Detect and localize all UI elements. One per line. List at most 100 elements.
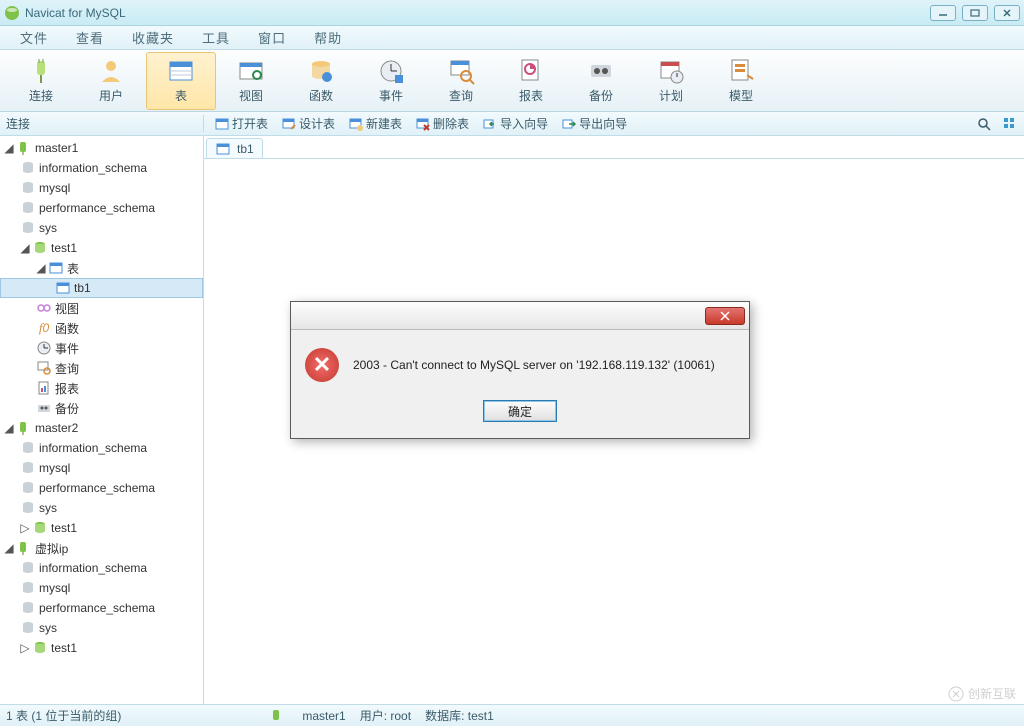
- search-icon[interactable]: [976, 116, 992, 132]
- dialog-ok-button[interactable]: 确定: [483, 400, 557, 422]
- db-test1-closed[interactable]: ▷test1: [0, 638, 203, 658]
- expander-icon[interactable]: ◢: [36, 263, 46, 273]
- database-icon: [20, 440, 36, 456]
- maximize-button[interactable]: [962, 5, 988, 21]
- minimize-button[interactable]: [930, 5, 956, 21]
- backups-icon: [36, 400, 52, 416]
- dialog-message: 2003 - Can't connect to MySQL server on …: [353, 358, 715, 372]
- tab-tb1[interactable]: tb1: [206, 138, 263, 158]
- db-mysql[interactable]: mysql: [0, 178, 203, 198]
- folder-tables[interactable]: ◢表: [0, 258, 203, 278]
- import-wizard-button[interactable]: 导入向导: [478, 113, 553, 134]
- dialog-close-button[interactable]: [705, 307, 745, 325]
- reports-icon: [36, 380, 52, 396]
- query-icon: [447, 57, 475, 85]
- folder-backups[interactable]: 备份: [0, 398, 203, 418]
- sub-toolbar: 连接 打开表 设计表 新建表 删除表 导入向导 导出向导: [0, 112, 1024, 136]
- status-left: 1 表 (1 位于当前的组): [6, 707, 121, 724]
- export-icon: [562, 117, 576, 131]
- folder-functions[interactable]: f0函数: [0, 318, 203, 338]
- connection-virtual-ip[interactable]: ◢虚拟ip: [0, 538, 203, 558]
- db-mysql[interactable]: mysql: [0, 458, 203, 478]
- toolbar-report[interactable]: 报表: [496, 52, 566, 110]
- view-icon: [237, 57, 265, 85]
- connection-master1[interactable]: ◢master1: [0, 138, 203, 158]
- open-table-icon: [215, 117, 229, 131]
- toolbar-model[interactable]: 模型: [706, 52, 776, 110]
- menu-view[interactable]: 查看: [62, 28, 118, 47]
- main-toolbar: 连接 用户 表 视图 函数 事件 查询 报表 备份 计划 模型: [0, 50, 1024, 112]
- plug-icon: [27, 57, 55, 85]
- menu-file[interactable]: 文件: [6, 28, 62, 47]
- status-database: 数据库: test1: [425, 707, 494, 724]
- database-open-icon: [32, 520, 48, 536]
- title-bar: Navicat for MySQL: [0, 0, 1024, 26]
- table-tb1[interactable]: tb1: [0, 278, 203, 298]
- menu-window[interactable]: 窗口: [244, 28, 300, 47]
- schedule-icon: [657, 57, 685, 85]
- toolbar-schedule[interactable]: 计划: [636, 52, 706, 110]
- status-bar: 1 表 (1 位于当前的组) master1 用户: root 数据库: tes…: [0, 704, 1024, 726]
- db-performance-schema[interactable]: performance_schema: [0, 478, 203, 498]
- status-connection: master1: [302, 709, 345, 723]
- db-test1-closed[interactable]: ▷test1: [0, 518, 203, 538]
- menu-favorites[interactable]: 收藏夹: [118, 28, 188, 47]
- delete-table-button[interactable]: 删除表: [411, 113, 474, 134]
- expander-icon[interactable]: ◢: [4, 423, 14, 433]
- expander-icon[interactable]: ◢: [20, 243, 30, 253]
- connection-tree[interactable]: ◢master1 information_schema mysql perfor…: [0, 136, 204, 704]
- sidebar-title: 连接: [0, 115, 204, 132]
- connection-master2[interactable]: ◢master2: [0, 418, 203, 438]
- db-test1-open[interactable]: ◢test1: [0, 238, 203, 258]
- backup-icon: [587, 57, 615, 85]
- database-open-icon: [32, 640, 48, 656]
- folder-queries[interactable]: 查询: [0, 358, 203, 378]
- toolbar-view[interactable]: 视图: [216, 52, 286, 110]
- dialog-titlebar[interactable]: [291, 302, 749, 330]
- events-icon: [36, 340, 52, 356]
- toolbar-backup[interactable]: 备份: [566, 52, 636, 110]
- folder-reports[interactable]: 报表: [0, 378, 203, 398]
- delete-table-icon: [416, 117, 430, 131]
- toolbar-query[interactable]: 查询: [426, 52, 496, 110]
- export-wizard-button[interactable]: 导出向导: [557, 113, 632, 134]
- connection-icon: [16, 420, 32, 436]
- folder-events[interactable]: 事件: [0, 338, 203, 358]
- report-icon: [517, 57, 545, 85]
- expander-icon[interactable]: ◢: [4, 143, 14, 153]
- db-sys[interactable]: sys: [0, 618, 203, 638]
- menu-tools[interactable]: 工具: [188, 28, 244, 47]
- design-table-button[interactable]: 设计表: [277, 113, 340, 134]
- grid-view-icon[interactable]: [1002, 116, 1018, 132]
- import-icon: [483, 117, 497, 131]
- toolbar-user[interactable]: 用户: [76, 52, 146, 110]
- db-information-schema[interactable]: information_schema: [0, 158, 203, 178]
- folder-views[interactable]: 视图: [0, 298, 203, 318]
- db-performance-schema[interactable]: performance_schema: [0, 198, 203, 218]
- toolbar-function[interactable]: 函数: [286, 52, 356, 110]
- clock-icon: [377, 57, 405, 85]
- menu-help[interactable]: 帮助: [300, 28, 356, 47]
- expander-icon[interactable]: ▷: [20, 523, 30, 533]
- table-icon: [167, 57, 195, 85]
- new-table-icon: [349, 117, 363, 131]
- close-button[interactable]: [994, 5, 1020, 21]
- connection-icon: [16, 140, 32, 156]
- toolbar-table[interactable]: 表: [146, 52, 216, 110]
- app-icon: [4, 5, 20, 21]
- db-information-schema[interactable]: information_schema: [0, 558, 203, 578]
- new-table-button[interactable]: 新建表: [344, 113, 407, 134]
- toolbar-event[interactable]: 事件: [356, 52, 426, 110]
- expander-icon[interactable]: ◢: [4, 543, 14, 553]
- table-icon: [215, 141, 231, 157]
- expander-icon[interactable]: ▷: [20, 643, 30, 653]
- db-mysql[interactable]: mysql: [0, 578, 203, 598]
- menu-bar: 文件 查看 收藏夹 工具 窗口 帮助: [0, 26, 1024, 50]
- toolbar-connect[interactable]: 连接: [6, 52, 76, 110]
- function-icon: [307, 57, 335, 85]
- db-information-schema[interactable]: information_schema: [0, 438, 203, 458]
- open-table-button[interactable]: 打开表: [210, 113, 273, 134]
- db-sys[interactable]: sys: [0, 218, 203, 238]
- db-performance-schema[interactable]: performance_schema: [0, 598, 203, 618]
- db-sys[interactable]: sys: [0, 498, 203, 518]
